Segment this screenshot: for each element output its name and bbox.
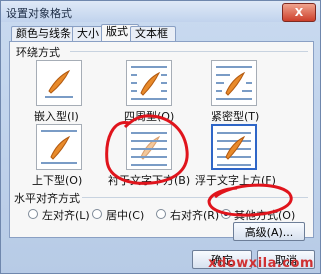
annotation-circle-other-align xyxy=(207,183,293,217)
annotation-circle-behind-text xyxy=(105,114,189,185)
format-object-dialog: 设置对象格式 X 颜色与线条 大小 版式 文本框 环绕方式 嵌入型(I) 四周型… xyxy=(0,0,321,274)
watermark-text: xdowxila.com xyxy=(208,256,314,271)
red-annotation-overlay xyxy=(105,114,293,217)
